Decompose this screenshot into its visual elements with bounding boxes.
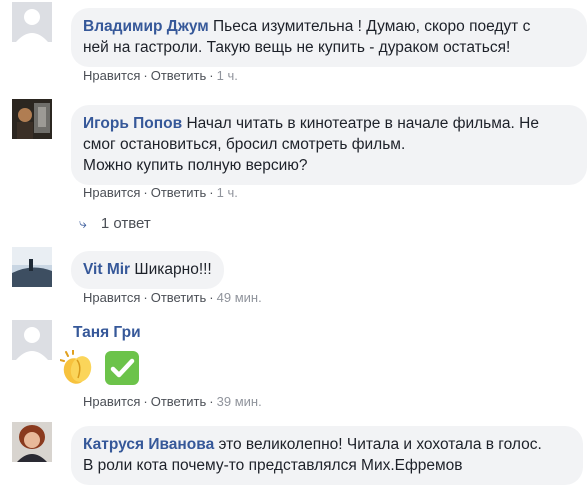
separator: · — [209, 394, 214, 409]
avatar-placeholder[interactable] — [12, 320, 52, 360]
separator: · — [143, 68, 148, 83]
comment-text: Пьеса изумительна ! Думаю, скоро поедут … — [213, 18, 531, 35]
like-link[interactable]: Нравится — [83, 185, 140, 200]
comment-actions: Нравится · Ответить · 1 ч. — [83, 185, 238, 200]
author-name[interactable]: Игорь Попов — [83, 115, 182, 132]
author-name[interactable]: Владимир Джум — [83, 18, 209, 35]
clapping-hands-icon — [60, 350, 92, 384]
avatar[interactable] — [12, 422, 52, 462]
author-name[interactable]: Vit Mir — [83, 261, 130, 278]
avatar-placeholder[interactable] — [12, 2, 52, 42]
like-link[interactable]: Нравится — [83, 68, 140, 83]
avatar[interactable] — [12, 247, 52, 287]
comment-text: это великолепно! Читала и хохотала в гол… — [218, 436, 542, 453]
comment-bubble: Игорь Попов Начал читать в кинотеатре в … — [71, 105, 587, 185]
comment-text: Начал читать в кинотеатре в начале фильм… — [186, 115, 539, 132]
timestamp[interactable]: 1 ч. — [217, 185, 238, 200]
comment-actions: Нравится · Ответить · 49 мин. — [83, 290, 262, 305]
timestamp[interactable]: 39 мин. — [217, 394, 262, 409]
comment-text: Шикарно!!! — [134, 261, 212, 278]
view-replies-link[interactable]: ⤷ 1 ответ — [79, 215, 151, 232]
comment-text: В роли кота почему-то представлялся Мих.… — [83, 457, 463, 474]
emoji-row — [60, 350, 144, 386]
separator: · — [143, 185, 148, 200]
author-name[interactable]: Таня Гри — [73, 324, 141, 342]
separator: · — [143, 290, 148, 305]
separator: · — [209, 68, 214, 83]
replies-count[interactable]: 1 ответ — [101, 215, 151, 232]
comment-text: ней на гастроли. Такую вещь не купить - … — [83, 39, 511, 56]
timestamp[interactable]: 49 мин. — [217, 290, 262, 305]
like-link[interactable]: Нравится — [83, 394, 140, 409]
comment-bubble: Катруся Иванова это великолепно! Читала … — [71, 426, 583, 485]
separator: · — [143, 394, 148, 409]
comment-bubble: Vit Mir Шикарно!!! — [71, 251, 224, 289]
comment-text: Можно купить полную версию? — [83, 157, 308, 174]
reply-link[interactable]: Ответить — [151, 394, 207, 409]
comment-bubble: Владимир Джум Пьеса изумительна ! Думаю,… — [71, 8, 587, 67]
reply-link[interactable]: Ответить — [151, 185, 207, 200]
separator: · — [209, 290, 214, 305]
reply-link[interactable]: Ответить — [151, 68, 207, 83]
like-link[interactable]: Нравится — [83, 290, 140, 305]
comment-actions: Нравится · Ответить · 39 мин. — [83, 394, 262, 409]
reply-arrow-icon: ⤷ — [79, 215, 87, 231]
author-name[interactable]: Катруся Иванова — [83, 436, 214, 453]
reply-link[interactable]: Ответить — [151, 290, 207, 305]
avatar[interactable] — [12, 99, 52, 139]
comment-actions: Нравится · Ответить · 1 ч. — [83, 68, 238, 83]
check-mark-button-icon — [105, 351, 140, 385]
comment-text: смог остановиться, бросил смотреть фильм… — [83, 136, 406, 153]
timestamp[interactable]: 1 ч. — [217, 68, 238, 83]
separator: · — [209, 185, 214, 200]
